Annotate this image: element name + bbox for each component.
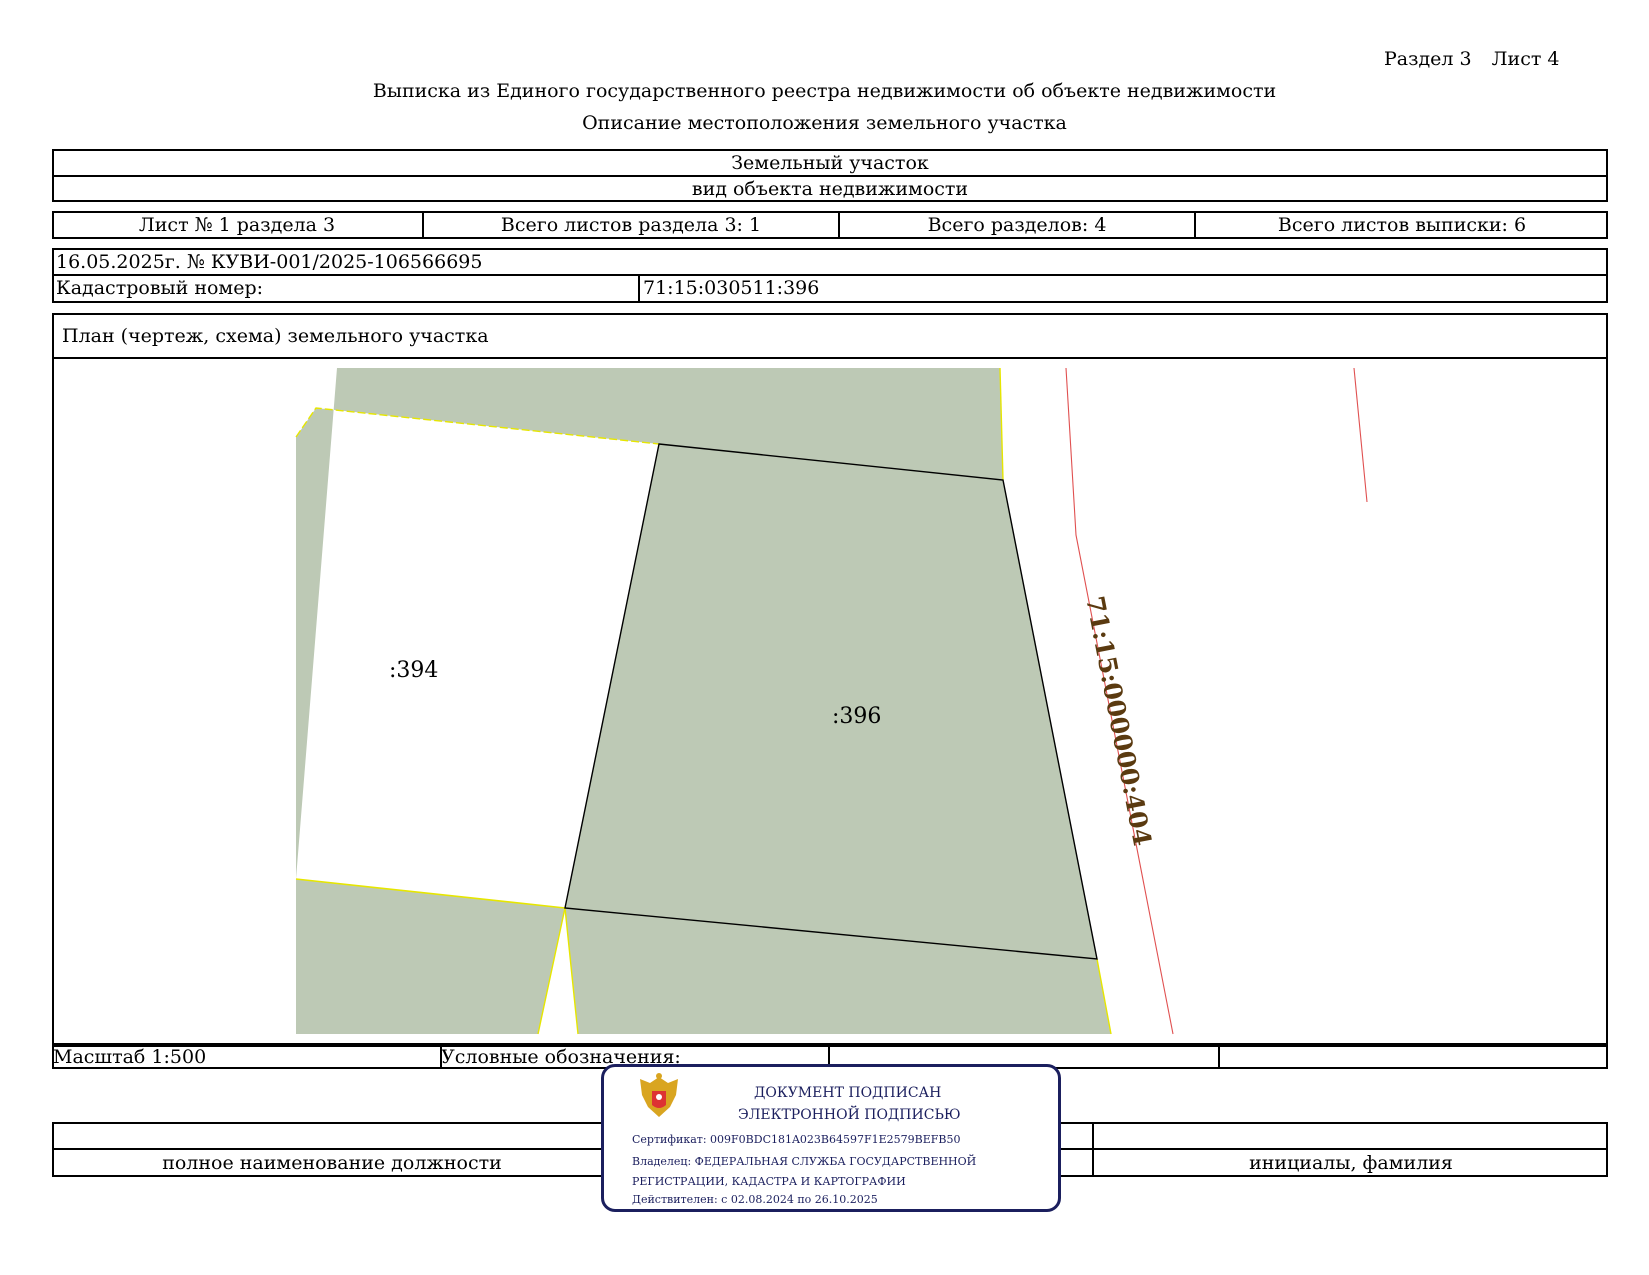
signature-stamp: ДОКУМЕНТ ПОДПИСАН ЭЛЕКТРОННОЙ ПОДПИСЬЮ С… bbox=[601, 1064, 1061, 1212]
stamp-line-2: ЭЛЕКТРОННОЙ ПОДПИСЬЮ bbox=[738, 1107, 961, 1123]
stamp-owner-2: РЕГИСТРАЦИИ, КАДАСТРА И КАРТОГРАФИИ bbox=[632, 1175, 906, 1188]
road-boundary bbox=[1353, 367, 1368, 503]
name-caption: инициалы, фамилия bbox=[1249, 1152, 1453, 1174]
parcel-394-label: :394 bbox=[389, 658, 438, 683]
coat-of-arms-icon bbox=[640, 1073, 678, 1117]
divider bbox=[1218, 1045, 1220, 1069]
stamp-certificate: Сертификат: 009F0BDC181A023B64597F1E2579… bbox=[632, 1133, 961, 1146]
position-caption: полное наименование должности bbox=[162, 1152, 502, 1174]
stamp-validity: Действителен: с 02.08.2024 по 26.10.2025 bbox=[632, 1193, 878, 1206]
road-label: 71:15:000000:404 bbox=[1080, 594, 1157, 849]
parcel-396-area bbox=[565, 444, 1097, 959]
scale-label: Масштаб 1:500 bbox=[53, 1046, 207, 1068]
stamp-line-1: ДОКУМЕНТ ПОДПИСАН bbox=[754, 1085, 942, 1101]
parcel-396-label: :396 bbox=[832, 704, 881, 729]
stamp-owner-1: Владелец: ФЕДЕРАЛЬНАЯ СЛУЖБА ГОСУДАРСТВЕ… bbox=[632, 1155, 977, 1168]
